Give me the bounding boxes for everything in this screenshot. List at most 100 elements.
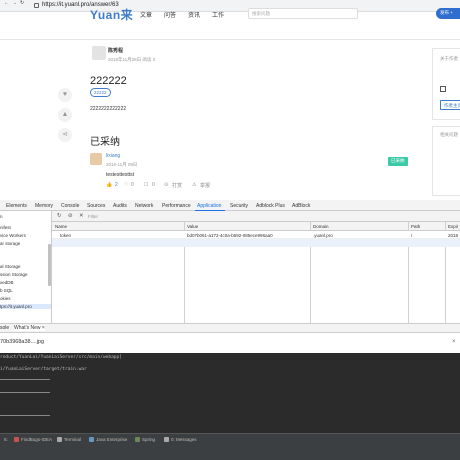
screen: ← → ↻ https://it.yuanl.pro/answer/63 Yua… xyxy=(0,0,460,460)
toolwindow-terminal[interactable]: Terminal xyxy=(64,437,81,442)
related-card-title: 相关问题 xyxy=(440,132,458,137)
column-path[interactable]: Path xyxy=(411,224,420,229)
author-card-title: 关于作者 xyxy=(440,56,458,61)
sidebar-item-web-sql[interactable]: b SQL xyxy=(0,288,13,293)
comment-icon[interactable]: ☐ xyxy=(144,182,148,188)
java-enterprise-icon xyxy=(89,437,94,442)
column-expires[interactable]: Expir xyxy=(448,224,458,229)
cookie-path[interactable]: / xyxy=(411,233,412,238)
sidebar-item-indexeddb[interactable]: xedDB xyxy=(0,280,14,285)
author-name[interactable]: 陈秀程 xyxy=(108,47,123,54)
terminal-rule xyxy=(0,392,50,393)
toolwindow-findbugs[interactable]: FindBugs-IDEA xyxy=(21,437,52,442)
sidebar-scrollbar[interactable] xyxy=(48,244,51,286)
tab-memory[interactable]: Memory xyxy=(35,203,53,209)
toolwindow-todo[interactable]: 6: xyxy=(4,437,8,442)
sidebar-item-service-workers[interactable]: vice Workers xyxy=(0,233,26,238)
share-icon[interactable]: ⋖ xyxy=(58,128,72,142)
question-meta: 2018年11月28日 阅读 0 xyxy=(108,57,156,62)
drawer-tab-whats-new[interactable]: What's New × xyxy=(14,325,45,331)
tab-sources[interactable]: Sources xyxy=(87,203,105,209)
drawer-tab-console[interactable]: sole xyxy=(0,325,9,331)
lock-icon xyxy=(34,3,39,8)
question-body: 2222222222222 xyxy=(90,106,127,112)
terminal-icon xyxy=(57,437,62,442)
clear-icon[interactable]: ⊘ xyxy=(68,213,73,219)
answer-meta: 2018-11月 09日 xyxy=(106,162,138,167)
cookie-value[interactable]: bd07b061-a172-4c0a-b592-085ece996aa0 xyxy=(187,233,273,238)
adopted-badge: 已采纳 xyxy=(388,157,408,166)
tab-console[interactable]: Console xyxy=(61,203,79,209)
tab-performance[interactable]: Performance xyxy=(162,203,191,209)
tab-adblock[interactable]: AdBlock xyxy=(292,203,310,209)
cookie-expires[interactable]: 2018 xyxy=(448,233,458,238)
nav-news[interactable]: 资讯 xyxy=(188,10,200,19)
book-icon xyxy=(440,86,446,92)
spring-icon xyxy=(135,437,140,442)
tab-elements[interactable]: Elements xyxy=(6,203,27,209)
like-icon[interactable]: 👍 xyxy=(106,182,112,188)
terminal-rule xyxy=(0,379,50,380)
cookie-domain[interactable]: .yuanl.pro xyxy=(313,233,333,238)
nav-articles[interactable]: 文章 xyxy=(140,10,152,19)
cookie-name[interactable]: token xyxy=(60,233,71,238)
toolwindow-messages[interactable]: 0: Messages xyxy=(171,437,197,442)
delete-icon[interactable]: ✕ xyxy=(79,213,84,219)
table-row-empty[interactable] xyxy=(52,239,460,247)
findbugs-icon xyxy=(14,437,19,442)
ide-terminal[interactable] xyxy=(0,353,460,433)
site-logo[interactable]: Yuan来 xyxy=(90,6,133,23)
warning-icon[interactable]: ▲ xyxy=(58,108,72,122)
sidebar-item-local-storage[interactable]: al Storage xyxy=(0,264,21,269)
publish-button[interactable]: 发布 + xyxy=(436,8,460,19)
author-avatar[interactable] xyxy=(92,46,106,60)
column-domain[interactable]: Domain xyxy=(313,224,329,229)
answer-user[interactable]: lixiang xyxy=(106,153,120,159)
cookie-table-header xyxy=(52,222,460,231)
reload-icon[interactable]: ↻ xyxy=(20,0,24,6)
sidebar-item-manifest[interactable]: nifest xyxy=(0,225,11,230)
sidebar-item-manifest-parent[interactable]: n xyxy=(0,214,3,219)
sidebar-item-cookies[interactable]: okies xyxy=(0,296,11,301)
like-count: 2 xyxy=(115,182,118,188)
toolwindow-java-enterprise[interactable]: Java Enterprise xyxy=(96,437,127,442)
author-homepage-button[interactable]: 作者主页 xyxy=(440,100,460,110)
close-icon[interactable]: × xyxy=(452,339,456,345)
downloads-bar xyxy=(0,333,460,353)
refresh-icon[interactable]: ↻ xyxy=(57,213,62,219)
devtools-drawer-tabbar xyxy=(0,323,460,333)
question-title: 222222 xyxy=(90,75,127,87)
column-name[interactable]: Name xyxy=(55,224,67,229)
search-input[interactable]: 搜索问题 xyxy=(248,8,358,19)
report-link[interactable]: 举报 xyxy=(200,182,210,189)
terminal-line: roduct/YuanLai/YuanLaiServer/src/main/we… xyxy=(0,355,122,360)
answer-avatar[interactable] xyxy=(90,153,102,165)
terminal-line: i/YuanLaiServer/target/train.war xyxy=(0,367,87,372)
back-arrow-icon[interactable]: ← xyxy=(4,0,9,6)
download-file[interactable]: 70b3968a38....jpg xyxy=(0,339,44,345)
forward-arrow-icon[interactable]: → xyxy=(12,0,17,6)
thumbs-down-icon[interactable]: ♡ xyxy=(124,182,128,188)
nav-jobs[interactable]: 工作 xyxy=(212,10,224,19)
sidebar-item-cookie-domain[interactable]: tps://it.yuanl.pro xyxy=(0,304,51,309)
filter-input[interactable]: Filter xyxy=(88,214,98,219)
tab-application[interactable]: Application xyxy=(197,203,221,209)
tab-security[interactable]: Security xyxy=(230,203,248,209)
comment-count: 0 xyxy=(152,182,155,188)
tab-audits[interactable]: Audits xyxy=(113,203,127,209)
devtools-toolbar xyxy=(52,211,460,222)
tab-network[interactable]: Network xyxy=(135,203,153,209)
sidebar-item-clear-storage[interactable]: ar storage xyxy=(0,241,20,246)
nav-qa[interactable]: 问答 xyxy=(164,10,176,19)
site-header xyxy=(0,12,460,40)
column-value[interactable]: Value xyxy=(187,224,198,229)
reward-icon[interactable]: ⊙ xyxy=(164,182,168,188)
question-tag[interactable]: 22222 xyxy=(90,88,111,97)
reward-link[interactable]: 打赏 xyxy=(172,182,182,189)
answer-body: testesttesttst xyxy=(106,172,135,178)
tab-adblock-plus[interactable]: Adblock Plus xyxy=(256,203,285,209)
toolwindow-spring[interactable]: Spring xyxy=(142,437,155,442)
report-icon[interactable]: ⚠ xyxy=(192,182,196,188)
heart-icon[interactable]: ♥ xyxy=(58,88,72,102)
sidebar-item-session-storage[interactable]: ssion Storage xyxy=(0,272,28,277)
